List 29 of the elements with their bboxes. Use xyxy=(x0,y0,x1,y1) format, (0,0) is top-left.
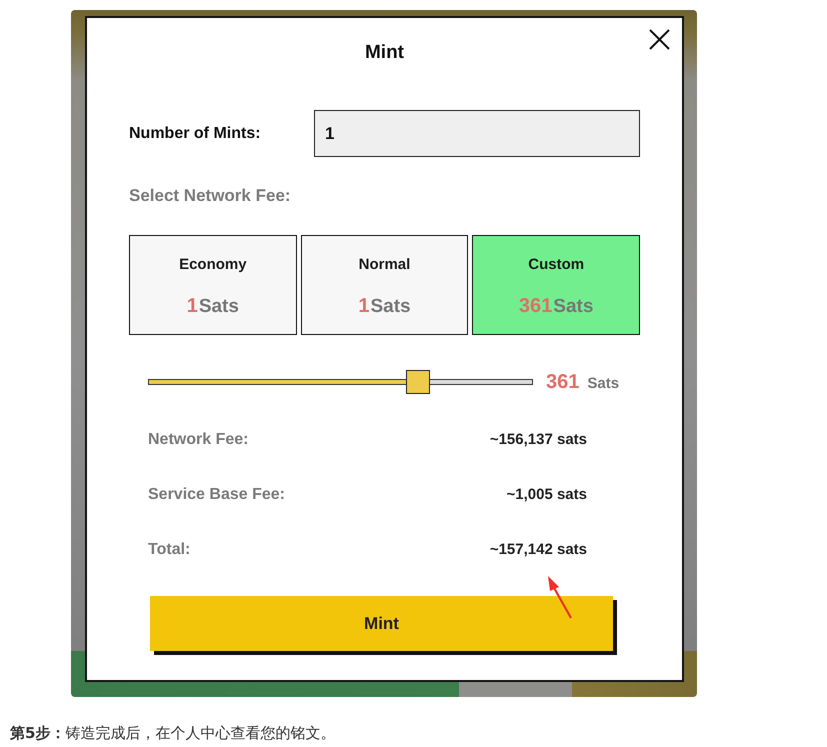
fee-amount: 1 xyxy=(358,294,370,318)
fee-option-name: Normal xyxy=(358,256,410,274)
quantity-input[interactable]: 1 xyxy=(314,110,640,157)
dialog-title: Mint xyxy=(364,41,404,65)
fee-amount: 361 xyxy=(518,294,552,318)
mint-button[interactable]: Mint xyxy=(150,596,613,651)
slider-thumb[interactable] xyxy=(406,370,430,394)
fee-amount: 1 xyxy=(186,294,198,318)
fee-label: Service Base Fee: xyxy=(148,486,285,504)
fee-unit: Sats xyxy=(198,294,239,318)
fee-label: Total: xyxy=(148,540,190,558)
fee-value: ~1,005 sats xyxy=(506,486,587,503)
fee-unit: Sats xyxy=(370,294,411,318)
custom-fee-unit: Sats xyxy=(587,374,620,392)
fee-label: Network Fee: xyxy=(148,430,248,448)
fee-value: ~156,137 sats xyxy=(490,431,587,448)
fee-section-label: Select Network Fee: xyxy=(129,185,291,207)
quantity-label: Number of Mints: xyxy=(129,124,262,142)
fee-value: ~157,142 sats xyxy=(490,541,587,558)
fee-option-name: Custom xyxy=(528,256,584,274)
fee-option-card[interactable]: Normal 1Sats xyxy=(300,235,468,335)
fee-option-card[interactable]: Custom 361Sats xyxy=(472,235,640,335)
fee-slider[interactable] xyxy=(148,370,533,394)
fee-unit: Sats xyxy=(553,294,594,318)
fee-option-card[interactable]: Economy 1Sats xyxy=(129,235,297,335)
close-icon[interactable] xyxy=(649,29,670,50)
step-caption: 第5步：铸造完成后，在个人中心查看您的铭文。 xyxy=(10,723,336,744)
fee-option-name: Economy xyxy=(179,256,247,274)
custom-fee-amount: 361 xyxy=(546,370,580,394)
